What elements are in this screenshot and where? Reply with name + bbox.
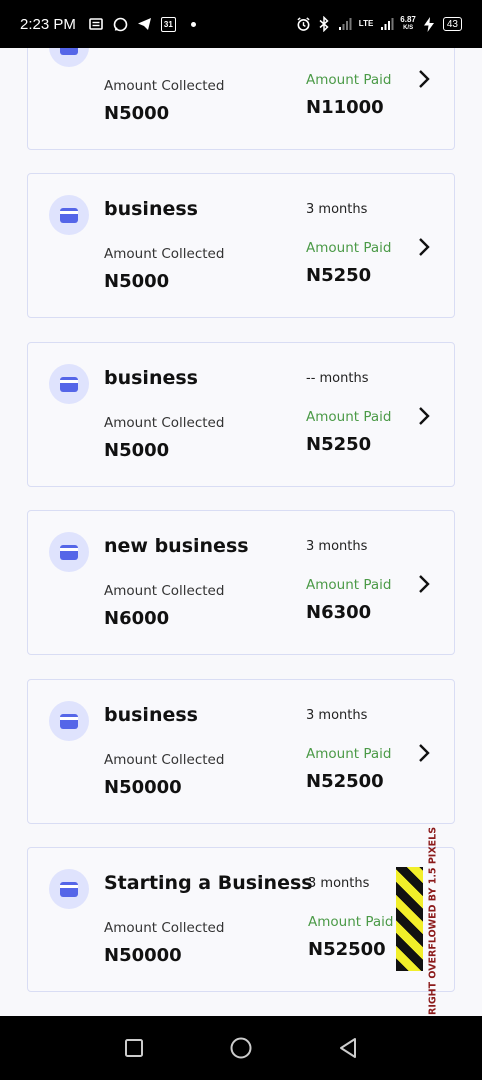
duration-text: 3 months [306,708,368,723]
list-item[interactable]: business -- months Amount Collected N500… [27,342,455,487]
battery-level: 43 [442,17,462,31]
recent-apps-icon[interactable] [119,1033,149,1063]
duration-text: 3 months [308,876,370,891]
savings-list[interactable]: Amount Collected N5000 Amount Paid N1100… [0,48,482,1016]
chevron-right-icon[interactable] [414,403,434,429]
chevron-right-icon[interactable] [414,571,434,597]
card-title: business [104,198,198,220]
amount-collected-value: N6000 [104,608,170,629]
back-icon[interactable] [333,1033,363,1063]
wallet-icon [49,195,89,235]
amount-paid-value: N6300 [306,602,372,623]
amount-collected-value: N5000 [104,440,170,461]
chevron-right-icon[interactable] [414,740,434,766]
amount-collected-value: N50000 [104,945,182,966]
alarm-icon [296,17,311,32]
status-time: 2:23 PM [20,15,76,33]
whatsapp-icon [113,17,128,32]
overflow-warning-stripe [396,867,423,971]
signal-strength-icon [379,17,394,32]
wallet-icon [49,48,89,67]
amount-collected-label: Amount Collected [104,415,225,431]
wallet-icon [49,364,89,404]
amount-collected-label: Amount Collected [104,78,225,94]
chevron-right-icon[interactable] [414,234,434,260]
amount-paid-value: N11000 [306,97,384,118]
network-type: LTE [358,19,374,28]
amount-paid-value: N5250 [306,434,372,455]
amount-paid-label: Amount Paid [306,577,392,593]
data-speed-unit: K/S [403,25,414,31]
charging-icon [422,16,437,32]
chevron-right-icon[interactable] [414,66,434,92]
card-title: Starting a Business [104,872,313,894]
list-item[interactable]: business 3 months Amount Collected N5000… [27,679,455,824]
amount-paid-value: N52500 [308,939,386,960]
amount-collected-label: Amount Collected [104,246,225,262]
message-icon [89,17,104,32]
amount-collected-value: N50000 [104,777,182,798]
amount-paid-label: Amount Paid [306,240,392,256]
duration-text: -- months [306,371,369,386]
bluetooth-icon [317,16,332,32]
data-speed: 6.87 K/S [400,16,416,32]
amount-collected-label: Amount Collected [104,583,225,599]
duration-text: 3 months [306,539,368,554]
card-title: business [104,704,198,726]
amount-paid-label: Amount Paid [308,914,394,930]
status-bar: 2:23 PM 31 LTE 6.87 K/S 43 [0,0,482,48]
notification-dot [190,21,196,27]
overflow-warning-text: RIGHT OVERFLOWED BY 1.5 PIXELS [427,826,439,1015]
navigation-bar [0,1016,482,1080]
telegram-icon [137,17,152,32]
amount-paid-label: Amount Paid [306,409,392,425]
wallet-icon [49,869,89,909]
amount-collected-value: N5000 [104,103,170,124]
amount-paid-value: N5250 [306,265,372,286]
card-title: business [104,367,198,389]
amount-paid-label: Amount Paid [306,746,392,762]
duration-text: 3 months [306,202,368,217]
list-item[interactable]: new business 3 months Amount Collected N… [27,510,455,655]
calendar-icon: 31 [160,16,176,32]
list-item[interactable]: Starting a Business 3 months Amount Coll… [27,826,455,1015]
amount-collected-value: N5000 [104,271,170,292]
wallet-icon [49,701,89,741]
amount-collected-label: Amount Collected [104,920,225,936]
amount-paid-label: Amount Paid [306,72,392,88]
list-item[interactable]: Amount Collected N5000 Amount Paid N1100… [27,48,455,150]
amount-paid-value: N52500 [306,771,384,792]
home-icon[interactable] [226,1033,256,1063]
data-speed-value: 6.87 [400,15,416,24]
list-item[interactable]: business 3 months Amount Collected N5000… [27,173,455,318]
signal-icon [338,17,353,32]
amount-collected-label: Amount Collected [104,752,225,768]
card-title: new business [104,535,249,557]
wallet-icon [49,532,89,572]
